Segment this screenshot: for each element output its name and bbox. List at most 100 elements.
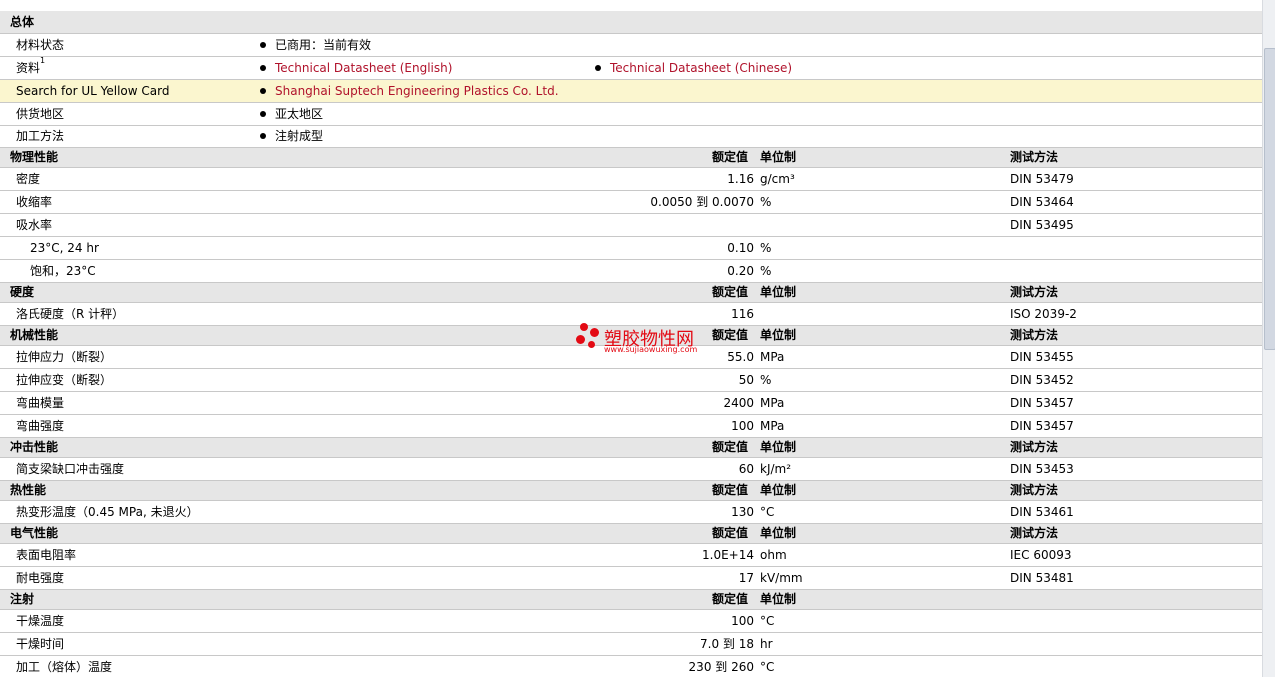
row-label: 耐电强度 — [16, 571, 65, 585]
row-label: 表面电阻率 — [16, 548, 77, 562]
row-flexural-modulus: 弯曲模量 2400 MPa DIN 53457 — [0, 392, 1262, 415]
row-label: 供货地区 — [16, 107, 65, 121]
row-value: 亚太地区 — [275, 107, 324, 121]
row-value: 0.10 — [727, 241, 754, 255]
section-hardness: 硬度 额定值 单位制 测试方法 — [0, 283, 1262, 303]
section-injection: 注射 额定值 单位制 — [0, 590, 1262, 610]
row-label: 资料1 — [16, 56, 46, 76]
bullet-icon — [260, 111, 266, 117]
row-supply-region: 供货地区 亚太地区 — [0, 103, 1262, 126]
row-material-status: 材料状态 已商用：当前有效 — [0, 34, 1262, 57]
logo-dot-icon — [580, 323, 588, 331]
ul-company-link[interactable]: Shanghai Suptech Engineering Plastics Co… — [275, 84, 559, 98]
rated-header: 额定值 — [712, 150, 749, 164]
row-drying-temp: 干燥温度 100 °C — [0, 610, 1262, 633]
row-method: ISO 2039-2 — [1010, 307, 1077, 321]
rated-header: 额定值 — [712, 440, 749, 454]
datasheet-english-link[interactable]: Technical Datasheet (English) — [275, 61, 452, 75]
row-value: 注射成型 — [275, 129, 324, 143]
section-general: 总体 — [0, 11, 1262, 34]
row-unit: % — [760, 195, 772, 209]
row-label: 加工方法 — [16, 129, 65, 143]
row-unit: MPa — [760, 419, 785, 433]
row-shrinkage: 收缩率 0.0050 到 0.0070 % DIN 53464 — [0, 191, 1262, 214]
rated-header: 额定值 — [712, 483, 749, 497]
row-label: 吸水率 — [16, 218, 53, 232]
row-value: 0.0050 到 0.0070 — [650, 195, 754, 209]
row-value: 17 — [738, 571, 754, 585]
row-processing: 加工方法 注射成型 — [0, 126, 1262, 148]
unit-header: 单位制 — [760, 440, 797, 454]
row-label: 材料状态 — [16, 38, 65, 52]
method-header: 测试方法 — [1010, 150, 1059, 164]
method-header: 测试方法 — [1010, 328, 1059, 342]
row-drying-time: 干燥时间 7.0 到 18 hr — [0, 633, 1262, 656]
bullet-icon — [260, 133, 266, 139]
row-method: DIN 53461 — [1010, 505, 1074, 519]
scrollbar-thumb[interactable] — [1264, 48, 1275, 350]
row-method: DIN 53457 — [1010, 419, 1074, 433]
row-label: 收缩率 — [16, 195, 53, 209]
section-title: 注射 — [10, 592, 35, 606]
row-value: 100 — [731, 419, 754, 433]
unit-header: 单位制 — [760, 483, 797, 497]
datasheet-page: 总体 材料状态 已商用：当前有效 资料1 Technical Datasheet… — [0, 0, 1262, 677]
row-unit: kJ/m² — [760, 462, 792, 476]
bullet-icon — [260, 42, 266, 48]
watermark-url: www.sujiaowuxing.com — [604, 345, 698, 354]
row-label: 拉伸应力（断裂） — [16, 350, 113, 364]
section-impact: 冲击性能 额定值 单位制 测试方法 — [0, 438, 1262, 458]
row-label: 简支梁缺口冲击强度 — [16, 462, 125, 476]
vertical-scrollbar[interactable] — [1262, 0, 1275, 677]
row-unit: g/cm³ — [760, 172, 795, 186]
row-method: DIN 53464 — [1010, 195, 1074, 209]
row-unit: MPa — [760, 350, 785, 364]
row-label: 洛氏硬度（R 计秤） — [16, 307, 125, 321]
row-method: DIN 53481 — [1010, 571, 1074, 585]
bullet-icon — [595, 65, 601, 71]
row-label: 干燥温度 — [16, 614, 65, 628]
section-title: 冲击性能 — [10, 440, 59, 454]
unit-header: 单位制 — [760, 592, 797, 606]
footnote-mark: 1 — [40, 56, 46, 65]
row-surface-resistivity: 表面电阻率 1.0E+14 ohm IEC 60093 — [0, 544, 1262, 567]
row-value: 0.20 — [727, 264, 754, 278]
bullet-icon — [260, 65, 266, 71]
row-unit: % — [760, 241, 772, 255]
row-flexural-strength: 弯曲强度 100 MPa DIN 53457 — [0, 415, 1262, 438]
rated-header: 额定值 — [712, 526, 749, 540]
method-header: 测试方法 — [1010, 526, 1059, 540]
row-method: DIN 53453 — [1010, 462, 1074, 476]
row-unit: °C — [760, 614, 775, 628]
row-value: 50 — [738, 373, 754, 387]
section-title: 热性能 — [10, 483, 47, 497]
row-value: 100 — [731, 614, 754, 628]
row-label: 拉伸应变（断裂） — [16, 373, 113, 387]
row-label: 饱和，23°C — [30, 264, 96, 278]
method-header: 测试方法 — [1010, 440, 1059, 454]
row-hdt: 热变形温度（0.45 MPa, 未退火） 130 °C DIN 53461 — [0, 501, 1262, 524]
row-unit: °C — [760, 505, 775, 519]
row-unit: kV/mm — [760, 571, 803, 585]
row-method: DIN 53479 — [1010, 172, 1074, 186]
datasheet-chinese-link[interactable]: Technical Datasheet (Chinese) — [610, 61, 792, 75]
row-label: 弯曲强度 — [16, 419, 65, 433]
row-water-absorption: 吸水率 DIN 53495 — [0, 214, 1262, 237]
row-unit: hr — [760, 637, 773, 651]
row-value: 130 — [731, 505, 754, 519]
unit-header: 单位制 — [760, 526, 797, 540]
row-tensile-strain: 拉伸应变（断裂） 50 % DIN 53452 — [0, 369, 1262, 392]
logo-dot-icon — [588, 341, 595, 348]
row-label: Search for UL Yellow Card — [16, 84, 170, 98]
method-header: 测试方法 — [1010, 483, 1059, 497]
row-method: DIN 53452 — [1010, 373, 1074, 387]
row-value: 60 — [738, 462, 754, 476]
row-charpy-notched: 简支梁缺口冲击强度 60 kJ/m² DIN 53453 — [0, 458, 1262, 481]
row-water-24hr: 23°C, 24 hr 0.10 % — [0, 237, 1262, 260]
section-title: 总体 — [10, 15, 35, 29]
row-unit: ohm — [760, 548, 787, 562]
row-label: 干燥时间 — [16, 637, 65, 651]
row-method: DIN 53455 — [1010, 350, 1074, 364]
logo-dot-icon — [590, 328, 599, 337]
row-unit: % — [760, 373, 772, 387]
